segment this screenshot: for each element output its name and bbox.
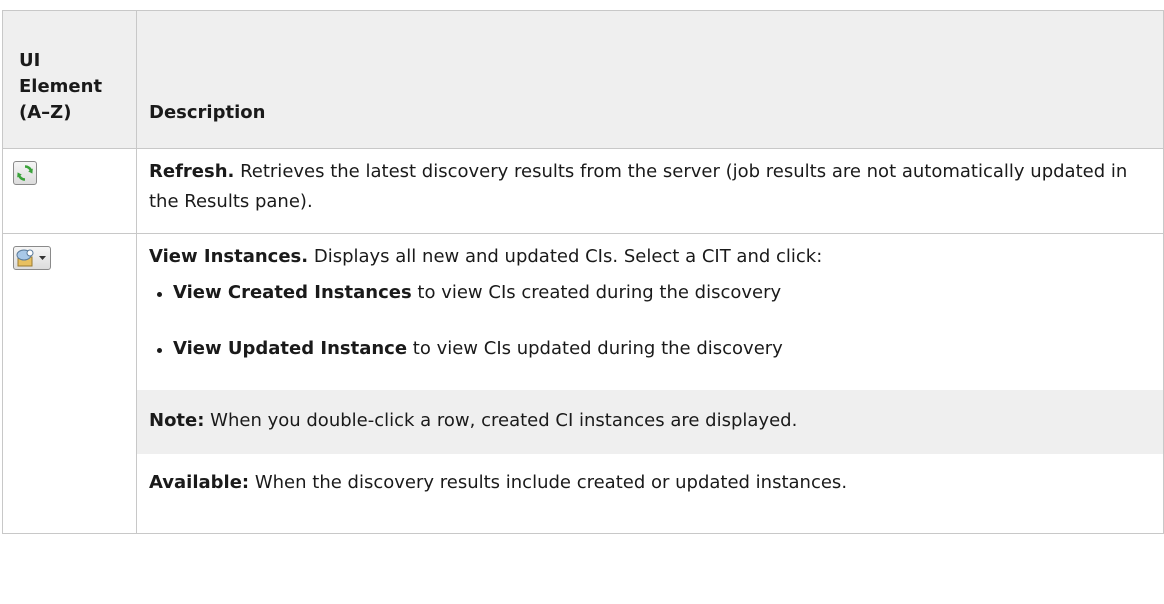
note-label: Note: [149, 410, 205, 431]
refresh-icon[interactable] [13, 161, 37, 185]
row-title: Refresh. [149, 161, 235, 182]
table-header-row: UI Element (A–Z) Description [2, 10, 1164, 149]
chevron-down-icon [39, 256, 46, 260]
available-text: When the discovery results include creat… [249, 472, 848, 493]
list-item-text: to view CIs updated during the discovery [407, 338, 783, 359]
row-title: View Instances. [149, 246, 309, 267]
row-text: Displays all new and updated CIs. Select… [308, 246, 823, 267]
bullet-list: View Created Instances to view CIs creat… [149, 278, 1143, 364]
note-text: When you double-click a row, created CI … [204, 410, 798, 431]
available-label: Available: [149, 472, 250, 493]
list-item: View Created Instances to view CIs creat… [149, 278, 1143, 308]
list-item-bold: View Updated Instance [173, 338, 408, 359]
description-cell: Refresh. Retrieves the latest discovery … [136, 148, 1164, 234]
availability-text: Available: When the discovery results in… [149, 468, 1143, 498]
header-description: Description [136, 10, 1164, 149]
header-ui-element-line2: Element [19, 76, 103, 97]
ui-element-cell [2, 233, 137, 534]
table-row: Refresh. Retrieves the latest discovery … [2, 148, 1164, 234]
list-item-text: to view CIs created during the discovery [411, 282, 782, 303]
header-ui-element-line3: (A–Z) [19, 102, 72, 123]
row-intro: View Instances. Displays all new and upd… [149, 242, 1143, 272]
ui-element-cell [2, 148, 137, 234]
list-item-bold: View Created Instances [173, 282, 412, 303]
ui-elements-table: UI Element (A–Z) Description Refresh. Re… [2, 10, 1164, 534]
row-text: Retrieves the latest discovery results f… [149, 161, 1128, 212]
view-instances-icon[interactable] [13, 246, 51, 270]
table-row: View Instances. Displays all new and upd… [2, 233, 1164, 534]
list-item: View Updated Instance to view CIs update… [149, 334, 1143, 364]
header-ui-element-line1: UI [19, 50, 41, 71]
header-ui-element: UI Element (A–Z) [2, 10, 137, 149]
description-cell: View Instances. Displays all new and upd… [136, 233, 1164, 534]
note-box: Note: When you double-click a row, creat… [137, 390, 1163, 454]
